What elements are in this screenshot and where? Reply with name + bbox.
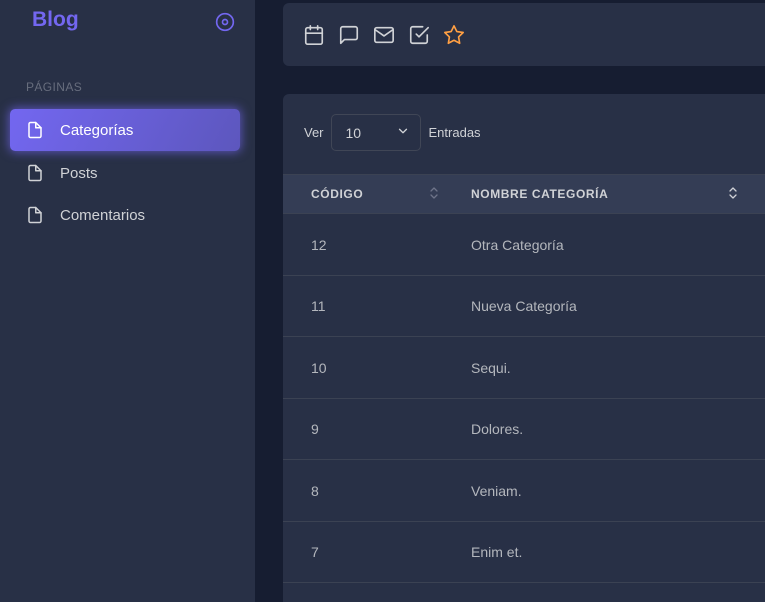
cell-name: Veniam. (471, 482, 522, 499)
sidebar: Blog PÁGINAS Categorías Posts Comentario… (0, 0, 255, 602)
table-header: CÓDIGO NOMBRE CATEGORÍA (283, 174, 765, 214)
message-square-icon[interactable] (338, 24, 360, 46)
cell-code: 8 (311, 482, 319, 499)
calendar-icon[interactable] (303, 24, 325, 46)
sidebar-item-categorias[interactable]: Categorías (10, 109, 240, 151)
cell-name: Otra Categoría (471, 236, 564, 253)
cell-code: 12 (311, 236, 327, 253)
disc-icon[interactable] (215, 12, 235, 32)
entries-per-page-select[interactable]: 10 (330, 114, 421, 151)
sidebar-item-comentarios[interactable]: Comentarios (10, 194, 240, 236)
table-row[interactable]: 11 Nueva Categoría (283, 276, 765, 337)
length-label-after: Entradas (428, 125, 481, 140)
sidebar-item-posts[interactable]: Posts (10, 152, 240, 194)
sidebar-item-label: Categorías (60, 121, 134, 139)
sort-icon[interactable] (728, 185, 738, 201)
table-row[interactable]: 10 Sequi. (283, 337, 765, 399)
file-icon (26, 164, 44, 182)
cell-name: Enim et. (471, 544, 523, 560)
cell-code: 11 (311, 298, 326, 314)
cell-name: Dolores. (471, 421, 524, 437)
categories-card: Ver 10 Entradas CÓDIGO NOMBRE CATEGORÍA … (283, 94, 765, 602)
cell-code: 7 (311, 544, 319, 560)
top-navbar (283, 3, 765, 66)
file-icon (26, 206, 44, 224)
length-control: Ver 10 Entradas (304, 114, 481, 151)
cell-name: Nueva Categoría (471, 298, 577, 314)
check-square-icon[interactable] (408, 24, 430, 46)
sidebar-item-label: Comentarios (60, 206, 146, 224)
table-row[interactable]: 8 Veniam. (283, 460, 765, 522)
sort-icon[interactable] (429, 185, 439, 201)
file-icon (26, 121, 44, 139)
mail-icon[interactable] (373, 24, 395, 46)
column-header-codigo[interactable]: CÓDIGO (311, 175, 363, 213)
table-row[interactable]: 7 Enim et. (283, 522, 765, 583)
cell-code: 10 (311, 359, 327, 376)
cell-name: Sequi. (471, 359, 511, 376)
table-row[interactable]: 12 Otra Categoría (283, 214, 765, 276)
section-header-pages: PÁGINAS (26, 80, 83, 94)
star-icon[interactable] (443, 24, 465, 46)
brand-logo[interactable]: Blog (32, 8, 79, 32)
chevron-down-icon (396, 124, 410, 141)
column-header-nombre[interactable]: NOMBRE CATEGORÍA (471, 175, 608, 213)
select-value: 10 (345, 124, 362, 141)
length-label-before: Ver (304, 125, 324, 140)
sidebar-item-label: Posts (60, 164, 98, 182)
table-row[interactable]: 9 Dolores. (283, 399, 765, 460)
cell-code: 9 (311, 421, 319, 437)
